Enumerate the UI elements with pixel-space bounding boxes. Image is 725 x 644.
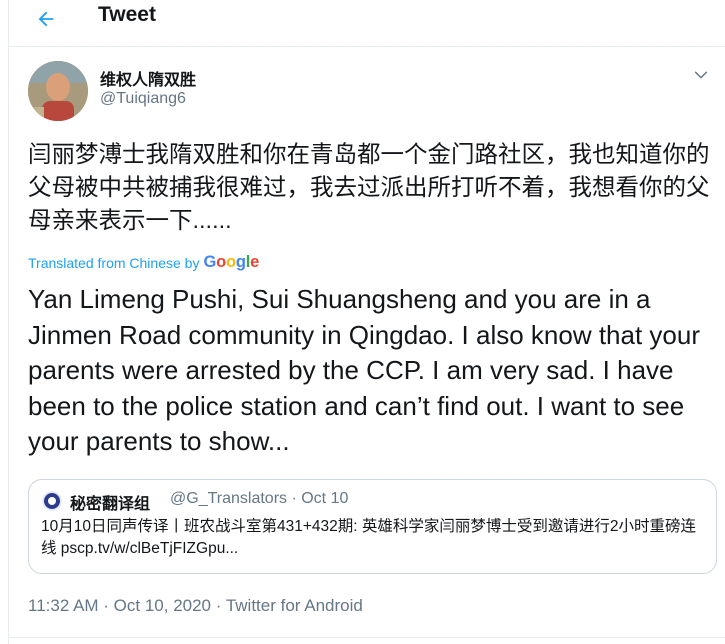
chevron-down-icon [694,71,708,79]
avatar[interactable] [28,61,88,121]
tweet-timestamp[interactable]: 11:32 AM · Oct 10, 2020 · Twitter for An… [28,596,363,616]
quoted-tweet[interactable]: 秘密翻译组 @G_Translators · Oct 10 10月10日同声传译… [28,479,717,574]
tweet-page: Tweet 维权人隋双胜 @Tuiqiang6 闫丽梦溥士我隋双胜和你在青岛都一… [8,0,725,644]
quoted-tweet-text: 10月10日同声传译丨班农战斗室第431+432期: 英雄科学家闫丽梦博士受到邀… [41,518,696,557]
tweet-original-text: 闫丽梦溥士我隋双胜和你在青岛都一个金门路社区，我也知道你的父母被中共被捕我很难过… [28,141,710,233]
more-options-button[interactable] [690,64,712,86]
quoted-author-name: 秘密翻译组 [70,496,151,513]
tweet-translated-text: Yan Limeng Pushi, Sui Shuangsheng and yo… [28,284,701,456]
translation-label: Translated from Chinese by [28,254,200,271]
arrow-left-icon [38,11,54,27]
back-button[interactable] [31,4,61,34]
divider [9,637,725,638]
translation-attribution[interactable]: Translated from Chinese by Google [28,253,259,272]
quoted-avatar [42,491,62,511]
author-handle[interactable]: @Tuiqiang6 [100,90,186,108]
avatar-photo [28,61,88,121]
quoted-author-meta: @G_Translators · Oct 10 [170,490,349,507]
author-display-name[interactable]: 维权人隋双胜 [100,66,196,90]
google-logo: Google [203,253,260,271]
page-title: Tweet [98,3,156,26]
page-header: Tweet [9,0,725,47]
